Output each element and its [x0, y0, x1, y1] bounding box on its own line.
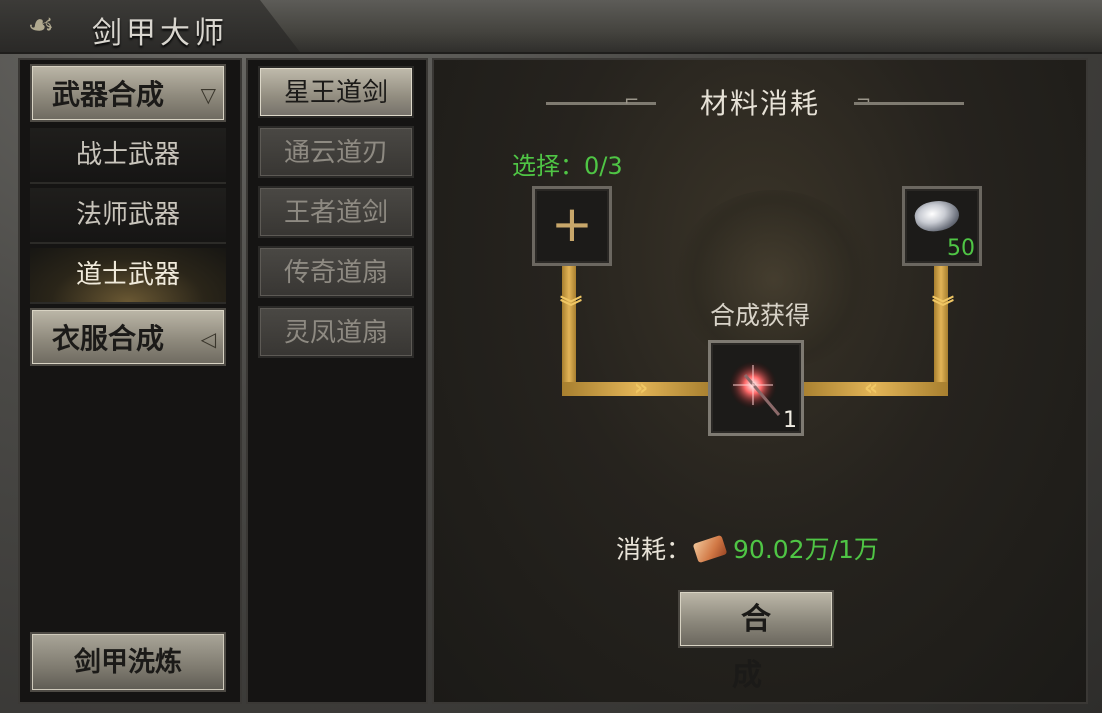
- category-weapon-craft[interactable]: 武器合成 ▽: [30, 64, 226, 122]
- chevron-left-icon: ◁: [200, 327, 216, 351]
- plus-icon: +: [551, 195, 593, 253]
- sub-item-warrior-weapon[interactable]: 战士武器: [30, 128, 226, 184]
- category-armor-craft[interactable]: 衣服合成 ◁: [30, 308, 226, 366]
- title-divider-right: [854, 102, 964, 105]
- add-material-slot[interactable]: +: [532, 186, 612, 266]
- weapon-item-1[interactable]: 星王道剑: [258, 66, 414, 118]
- category-weapon-craft-label: 武器合成: [52, 78, 165, 111]
- cost-label: 消耗：: [616, 535, 692, 564]
- refine-button[interactable]: 剑甲洗炼: [30, 632, 226, 692]
- materials-title: 材料消耗: [699, 87, 820, 120]
- result-label: 合成获得: [709, 301, 810, 330]
- diamond-icon: [912, 196, 962, 236]
- double-chevron-left-icon: «: [864, 376, 879, 401]
- weapon-list: 星王道剑 通云道刃 王者道剑 传奇道扇 灵凤道扇: [246, 58, 428, 704]
- double-chevron-right-icon: »: [634, 376, 649, 401]
- gold-ingot-icon: [692, 534, 728, 564]
- craft-panel: ⌐ 材料消耗 ¬ 选择：0/3 + 50 ︾ ︾ » « 合成获得 1 消耗： …: [432, 58, 1088, 704]
- weapon-item-4[interactable]: 传奇道扇: [258, 246, 414, 298]
- title-bar: ☙ 剑甲大师: [0, 0, 1102, 54]
- selection-counter: 选择：0/3: [512, 152, 623, 180]
- weapon-item-5[interactable]: 灵凤道扇: [258, 306, 414, 358]
- material-slot-gem[interactable]: 50: [902, 186, 982, 266]
- window-title: 剑甲大师: [92, 16, 228, 51]
- weapon-item-2[interactable]: 通云道刃: [258, 126, 414, 178]
- result-slot[interactable]: 1: [708, 340, 804, 436]
- weapon-item-3[interactable]: 王者道剑: [258, 186, 414, 238]
- material-count: 50: [947, 236, 975, 261]
- craft-button[interactable]: 合 成: [678, 590, 834, 693]
- dragon-emblem-icon: ☙: [27, 8, 55, 43]
- sub-item-taoist-weapon[interactable]: 道士武器: [30, 248, 226, 304]
- cost-value: 90.02万/1万: [733, 535, 879, 564]
- sub-item-mage-weapon[interactable]: 法师武器: [30, 188, 226, 244]
- ornament-right-icon: ¬: [856, 90, 872, 111]
- chevron-down-icon: ▽: [200, 83, 216, 107]
- cost-row: 消耗： 90.02万/1万: [616, 530, 879, 566]
- category-sidebar: 武器合成 ▽ 战士武器 法师武器 道士武器 衣服合成 ◁ 剑甲洗炼: [18, 58, 242, 704]
- result-count: 1: [783, 408, 797, 433]
- category-armor-craft-label: 衣服合成: [52, 322, 165, 355]
